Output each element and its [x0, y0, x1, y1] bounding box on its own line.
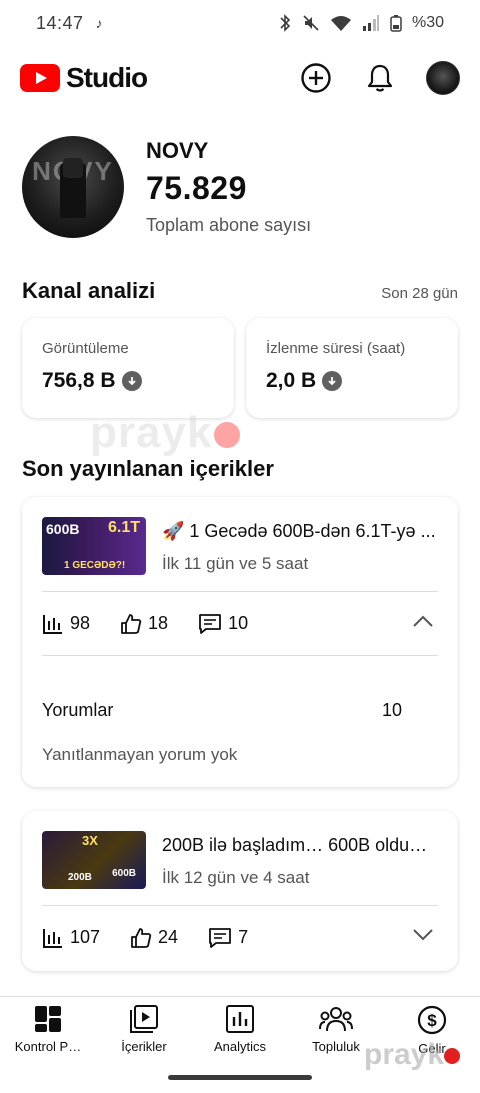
wifi-icon [330, 14, 352, 32]
gesture-handle[interactable] [168, 1075, 312, 1080]
nav-label: Analytics [213, 1039, 267, 1054]
chevron-down-icon [413, 929, 433, 941]
nav-label: İçerikler [121, 1039, 167, 1054]
subscriber-label: Toplam abone sayısı [146, 215, 312, 235]
channel-header: NOVY NOVY 75.829 Toplam abone sayısı [22, 136, 462, 238]
nav-label: Topluluk [312, 1039, 360, 1054]
video-thumbnail[interactable]: 3X 200B 600B [42, 831, 146, 889]
bell-icon [367, 64, 393, 92]
nav-dashboard[interactable]: Kontrol P… [0, 997, 96, 1066]
bluetooth-icon [278, 14, 292, 32]
thumbs-up-icon [131, 927, 152, 948]
brand-name: Studio [66, 62, 148, 93]
channel-name: NOVY [146, 138, 209, 163]
bar-chart-icon [43, 614, 62, 634]
signal-icon [362, 14, 380, 32]
content-card[interactable]: 3X 200B 600B 200B ilə başladım… 600B old… [22, 811, 458, 971]
analytics-icon [226, 1005, 254, 1033]
comment-icon [199, 613, 221, 634]
video-title: 200B ilə başladım… 600B oldu… [162, 835, 428, 855]
bar-chart-icon [43, 928, 62, 948]
content-icon [130, 1005, 158, 1033]
analytics-period: Son 28 gün [381, 285, 458, 302]
like-count: 18 [148, 613, 169, 633]
nav-content[interactable]: İçerikler [96, 997, 192, 1066]
arrow-down-icon [121, 371, 142, 391]
comment-icon [209, 927, 231, 948]
content-card[interactable]: 600B 6.1T 1 GECƏDƏ?! 🚀 1 Gecədə 600B-dən… [22, 497, 458, 787]
battery-icon [390, 14, 402, 32]
mute-icon [302, 14, 320, 32]
app-bar: Studio [0, 52, 480, 104]
view-count: 98 [70, 613, 91, 633]
account-avatar[interactable] [426, 61, 460, 95]
comment-count: 7 [238, 927, 249, 947]
community-icon [319, 1007, 353, 1032]
youtube-play-icon [20, 64, 60, 92]
like-count: 24 [158, 927, 179, 947]
status-bar: 14:47 ♪ %30 [0, 0, 480, 46]
subscriber-count: 75.829 [146, 170, 247, 206]
collapse-button[interactable] [412, 614, 434, 633]
notifications-button[interactable] [362, 60, 398, 96]
arrow-down-icon [322, 371, 343, 391]
watermark: prayk [364, 1038, 461, 1072]
clock: 14:47 [36, 12, 84, 33]
channel-avatar: NOVY [22, 136, 124, 238]
comments-total: 10 [381, 700, 402, 720]
video-stats: 107 24 7 [42, 905, 438, 969]
channel-info: NOVY 75.829 Toplam abone sayısı [146, 138, 311, 236]
views-value: 756,8 B [42, 369, 116, 392]
status-icons: %30 [278, 14, 444, 32]
video-age: İlk 12 gün ve 4 saat [162, 868, 310, 887]
comments-label: Yorumlar [42, 700, 114, 720]
battery-level: %30 [411, 14, 444, 31]
section-title: Kanal analizi [22, 278, 156, 303]
channel-analytics-header: Kanal analizi Son 28 gün [22, 278, 458, 304]
tiktok-icon: ♪ [95, 15, 103, 31]
video-age: İlk 11 gün ve 5 saat [162, 554, 309, 573]
chevron-up-icon [413, 615, 433, 627]
video-thumbnail[interactable]: 600B 6.1T 1 GECƏDƏ?! [42, 517, 146, 575]
dashboard-icon [35, 1006, 61, 1032]
watch-time-value: 2,0 B [266, 369, 317, 392]
views-card[interactable]: Görüntüleme 756,8 B [22, 318, 234, 418]
app-bar-actions [298, 60, 460, 96]
video-stats: 98 18 10 [42, 591, 438, 655]
recent-content-header: Son yayınlanan içerikler [22, 456, 458, 482]
earn-icon: $ [417, 1005, 447, 1035]
video-title: 🚀 1 Gecədə 600B-dən 6.1T-yə ... [162, 521, 436, 541]
thumbs-up-icon [121, 613, 142, 634]
view-count: 107 [70, 927, 101, 947]
comment-count: 10 [228, 613, 249, 633]
expand-button[interactable] [412, 928, 434, 947]
section-title: Son yayınlanan içerikler [22, 456, 274, 481]
watermark: prayk [90, 408, 241, 458]
nav-label: Kontrol P… [14, 1039, 82, 1054]
unreplied-status: Yanıtlanmayan yorum yok [42, 745, 238, 764]
nav-analytics[interactable]: Analytics [192, 997, 288, 1066]
youtube-studio-logo[interactable]: Studio [20, 62, 148, 94]
comments-panel: Yorumlar 10 Yanıtlanmayan yorum yok [42, 655, 438, 765]
plus-circle-icon [301, 63, 331, 93]
watch-time-label: İzlenme süresi (saat) [266, 340, 406, 357]
views-label: Görüntüleme [42, 340, 129, 357]
create-button[interactable] [298, 60, 334, 96]
watch-time-card[interactable]: İzlenme süresi (saat) 2,0 B [246, 318, 458, 418]
svg-text:$: $ [427, 1011, 437, 1030]
